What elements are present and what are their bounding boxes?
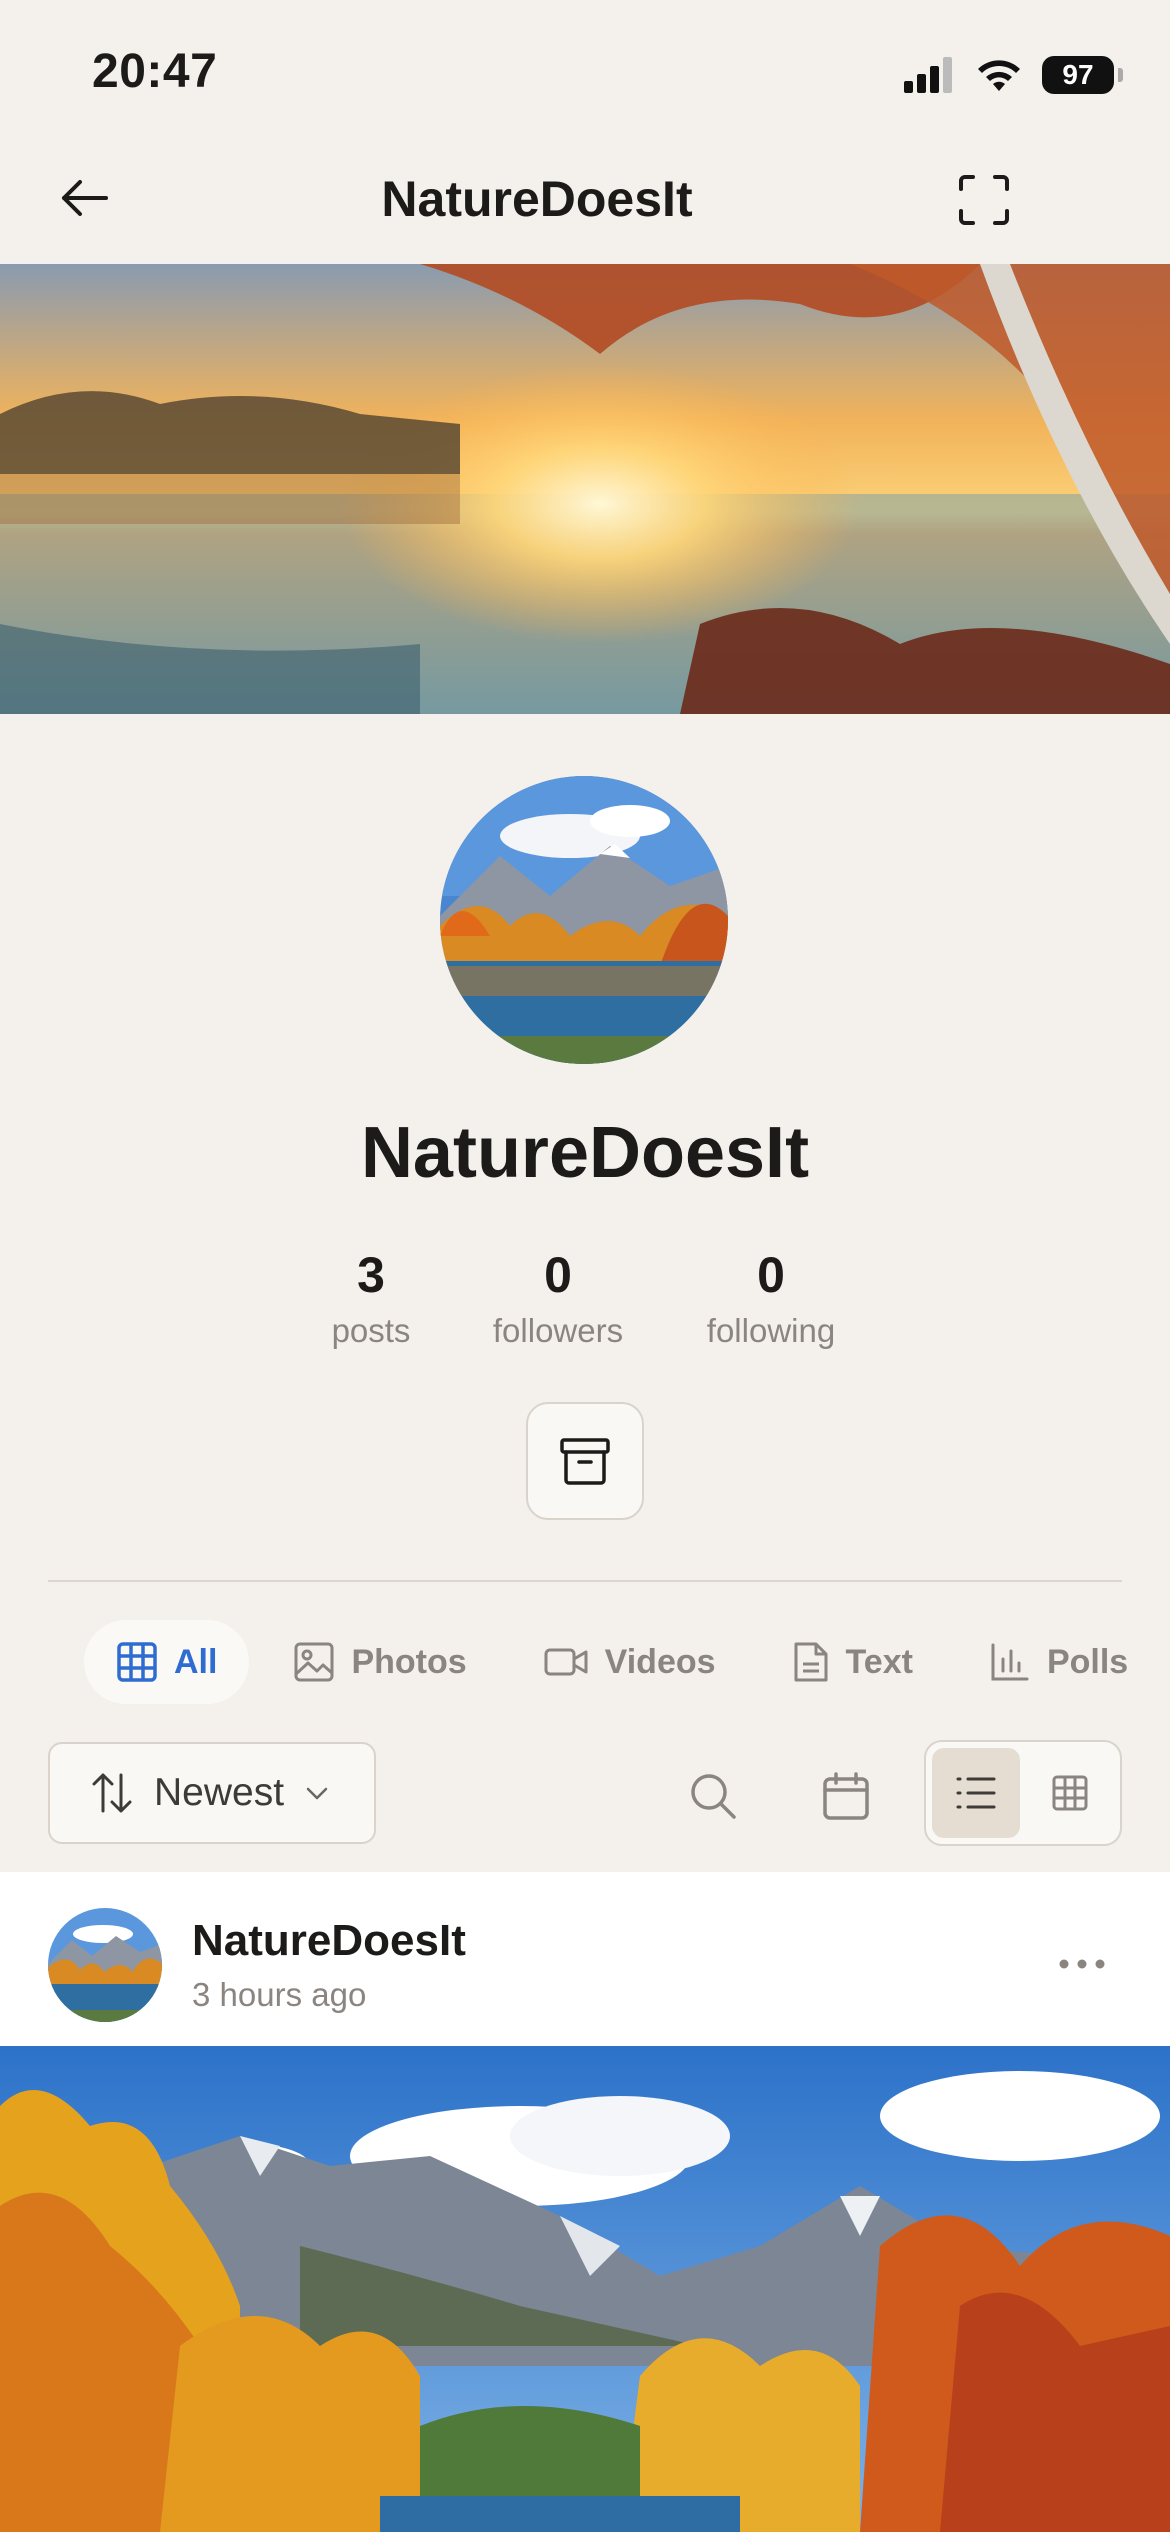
more-horizontal-icon bbox=[1059, 1959, 1105, 1969]
grid-view-button[interactable] bbox=[1026, 1748, 1114, 1838]
stat-followers-label: followers bbox=[492, 1312, 624, 1349]
bar-chart-icon bbox=[991, 1643, 1029, 1681]
document-icon bbox=[794, 1642, 828, 1682]
post-author-avatar[interactable] bbox=[48, 1908, 162, 2022]
post-header bbox=[0, 1872, 1170, 2046]
tab-videos[interactable]: Videos bbox=[511, 1620, 748, 1704]
tab-polls[interactable]: Polls bbox=[957, 1620, 1160, 1704]
grid-icon bbox=[117, 1642, 157, 1682]
sort-icon bbox=[92, 1773, 132, 1813]
chevron-down-icon bbox=[306, 1787, 328, 1800]
sort-label: Newest bbox=[154, 1771, 285, 1814]
stat-posts-value: 3 bbox=[357, 1247, 385, 1303]
calendar-button[interactable] bbox=[810, 1760, 882, 1832]
stat-followers[interactable]: 0 followers bbox=[458, 1246, 658, 1350]
scan-button[interactable] bbox=[948, 164, 1020, 236]
video-icon bbox=[544, 1648, 588, 1676]
post-timestamp: 3 hours ago bbox=[192, 1976, 367, 2013]
content-filter-tabs: All Photos Videos Text Polls bbox=[84, 1620, 1170, 1704]
search-icon bbox=[691, 1774, 736, 1819]
battery-icon: 97 bbox=[1042, 56, 1123, 94]
section-divider bbox=[48, 1580, 1122, 1582]
stat-posts[interactable]: 3 posts bbox=[271, 1246, 471, 1350]
stat-following-label: following bbox=[706, 1312, 836, 1349]
list-view-button[interactable] bbox=[932, 1748, 1020, 1838]
tab-photos[interactable]: Photos bbox=[261, 1620, 498, 1704]
signal-icon bbox=[904, 57, 952, 93]
stat-followers-value: 0 bbox=[544, 1247, 572, 1303]
archive-button[interactable] bbox=[526, 1402, 644, 1520]
post-image[interactable] bbox=[0, 2046, 1170, 2532]
post-author-name[interactable]: NatureDoesIt bbox=[192, 1916, 466, 1966]
status-time: 20:47 bbox=[92, 45, 218, 98]
archive-box-icon bbox=[560, 1438, 610, 1485]
tab-polls-label: Polls bbox=[1046, 1642, 1129, 1681]
view-mode-toggle bbox=[924, 1740, 1122, 1846]
post-more-button[interactable] bbox=[1046, 1940, 1118, 1988]
tab-text[interactable]: Text bbox=[760, 1620, 945, 1704]
profile-banner-image bbox=[0, 264, 1170, 714]
wifi-icon bbox=[978, 60, 1020, 91]
tab-photos-label: Photos bbox=[351, 1642, 467, 1681]
stat-following-value: 0 bbox=[757, 1247, 785, 1303]
tab-text-label: Text bbox=[845, 1642, 913, 1681]
stat-following[interactable]: 0 following bbox=[671, 1246, 871, 1350]
scan-frame-icon bbox=[959, 175, 1009, 225]
tab-videos-label: Videos bbox=[604, 1642, 716, 1681]
stat-posts-label: posts bbox=[331, 1312, 411, 1349]
profile-avatar[interactable] bbox=[440, 776, 728, 1064]
tab-all-label: All bbox=[174, 1642, 218, 1681]
sort-dropdown[interactable]: Newest bbox=[48, 1742, 376, 1844]
search-button[interactable] bbox=[677, 1760, 749, 1832]
calendar-icon bbox=[823, 1772, 869, 1820]
image-icon bbox=[294, 1642, 334, 1682]
grid-view-icon bbox=[1052, 1775, 1088, 1811]
profile-name: NatureDoesIt bbox=[360, 1113, 810, 1193]
battery-level: 97 bbox=[1062, 59, 1094, 90]
list-view-icon bbox=[956, 1777, 996, 1809]
status-indicators: 97 bbox=[902, 48, 1123, 102]
tab-all[interactable]: All bbox=[84, 1620, 250, 1704]
page-title: NatureDoesIt bbox=[381, 171, 693, 227]
